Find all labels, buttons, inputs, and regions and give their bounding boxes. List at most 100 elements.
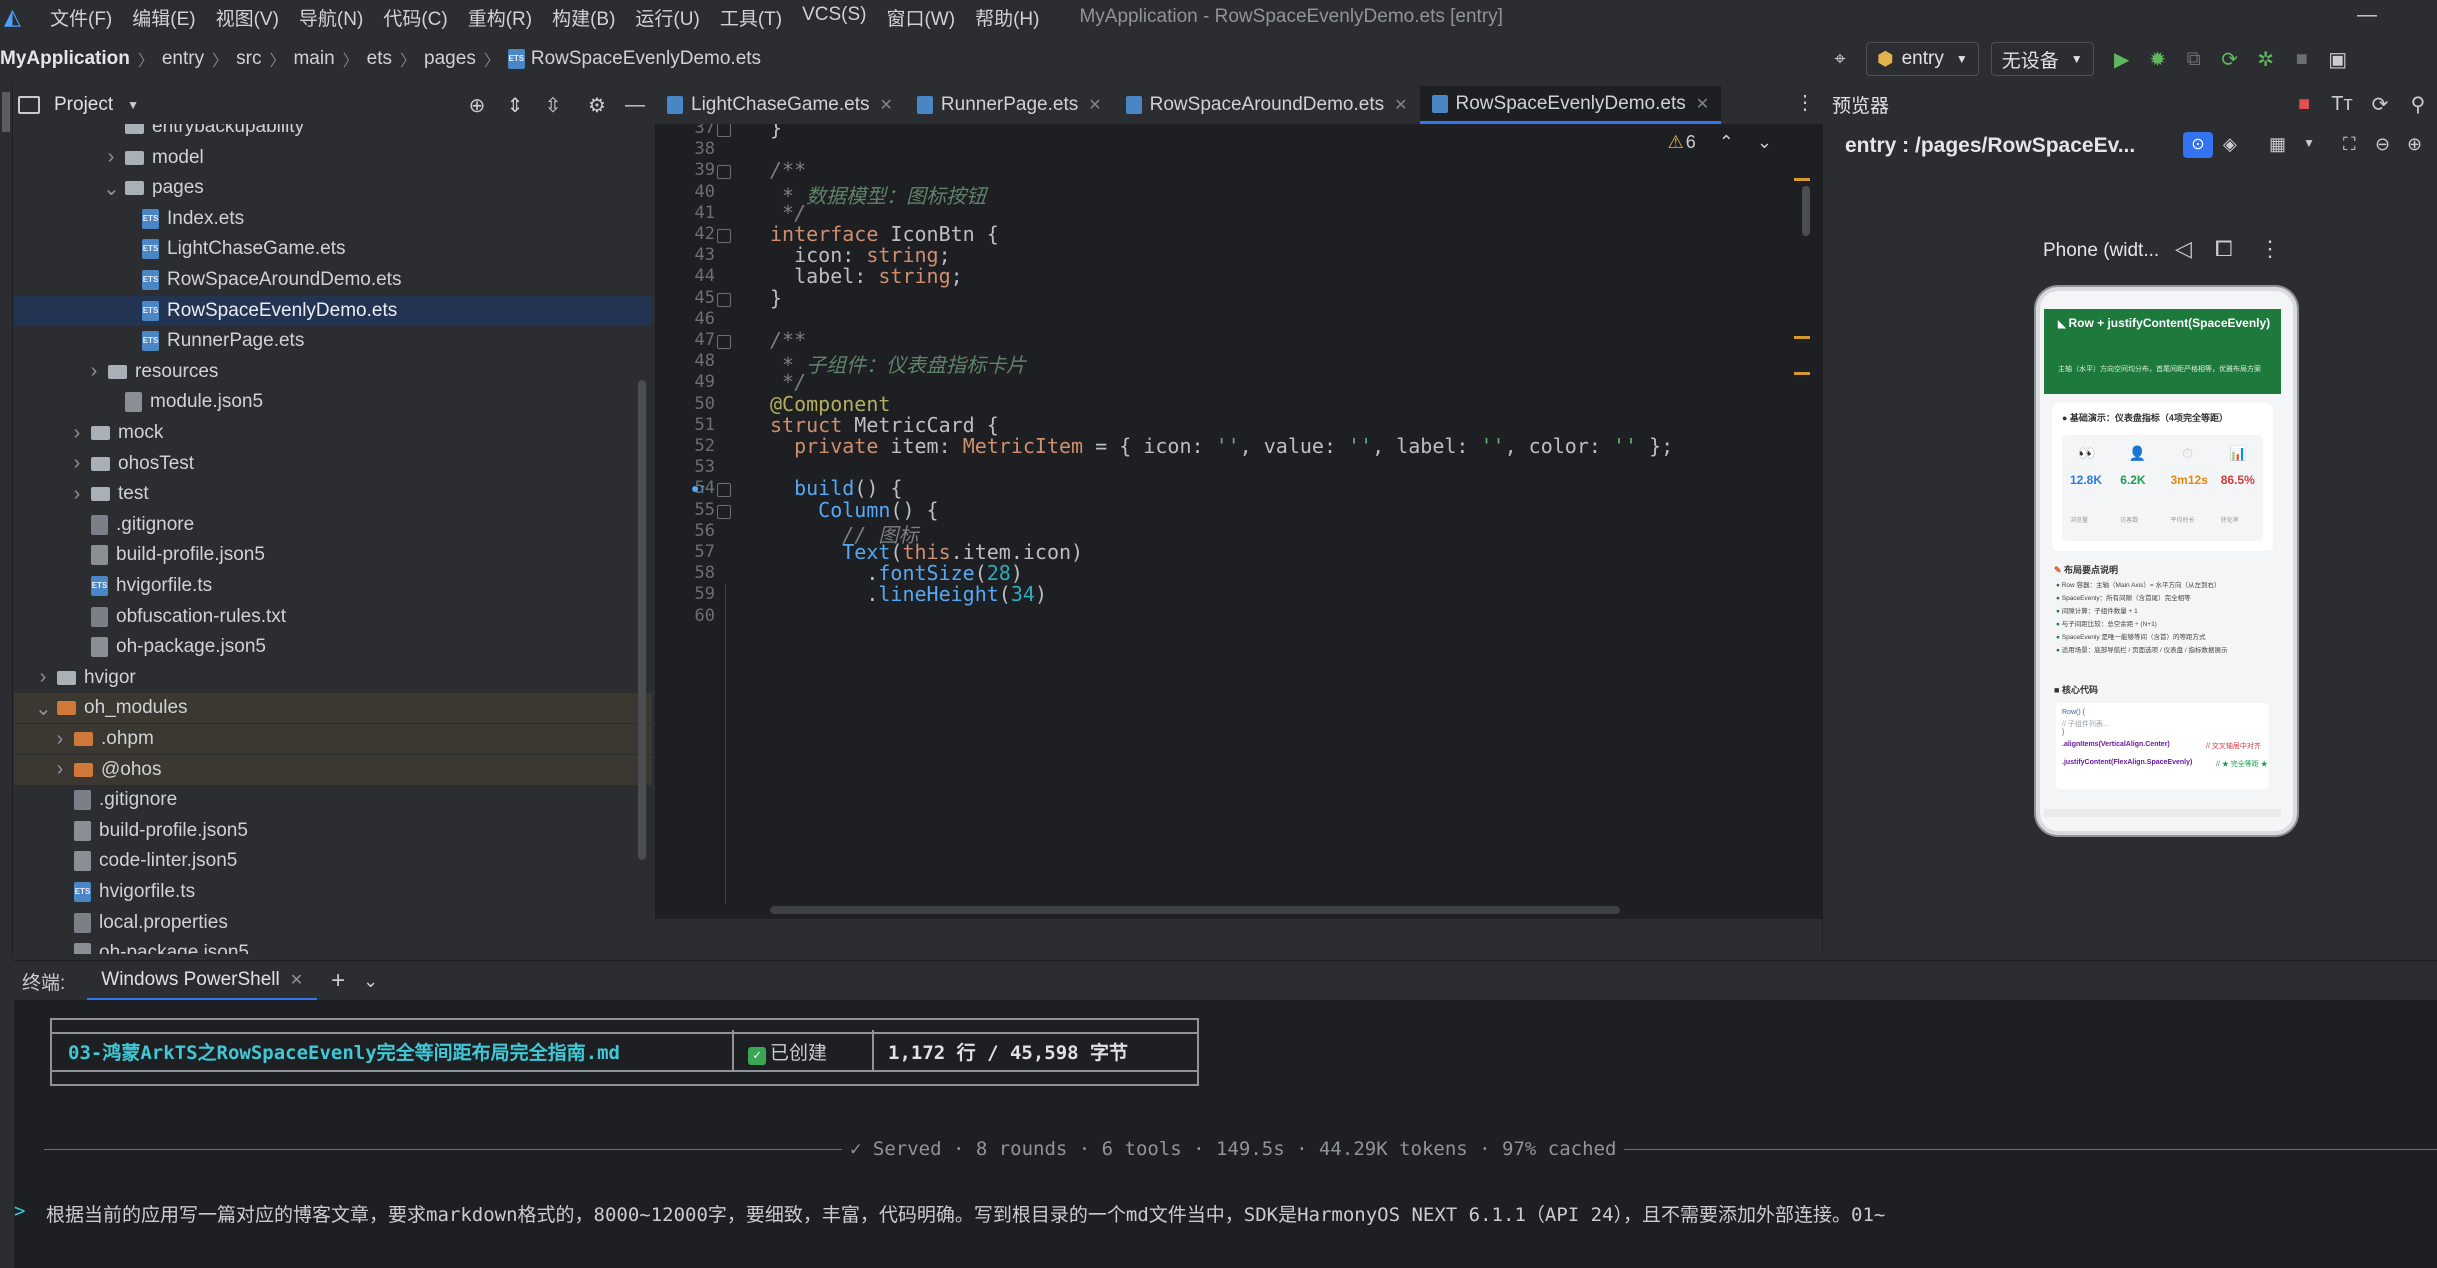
run-config-dropdown[interactable]: ⬢ entry ▼ [1866, 42, 1979, 76]
pin-icon[interactable]: ⚲ [2399, 92, 2437, 117]
tree-item[interactable]: oh-package.json5 [14, 938, 652, 954]
tree-item[interactable]: › mock [14, 418, 652, 448]
code-line[interactable]: } [770, 124, 782, 140]
chevron-down-icon[interactable]: ⌄ [103, 176, 120, 201]
tree-item[interactable]: ⌄ oh_modules [14, 693, 652, 724]
minimize-icon[interactable]: — [2357, 4, 2377, 27]
fold-marker-icon[interactable] [717, 124, 731, 137]
tree-item[interactable]: ETS Index.ets [14, 204, 652, 234]
menu-item[interactable]: 工具(T) [720, 4, 782, 31]
tree-item[interactable]: ⌄ pages [14, 173, 652, 203]
tree-item[interactable]: module.json5 [14, 387, 652, 417]
editor-tab[interactable]: RowSpaceEvenlyDemo.ets ✕ [1419, 86, 1722, 124]
grid-icon[interactable]: ▦ [2269, 134, 2286, 155]
project-tree-scrollbar[interactable] [638, 380, 646, 860]
tree-item[interactable]: entrybackupability [14, 124, 652, 142]
hide-panel-icon[interactable]: — [616, 94, 654, 117]
project-title[interactable]: Project [54, 94, 113, 116]
terminal-output[interactable]: 03-鸿蒙ArkTS之RowSpaceEvenly完全等间距布局完全指南.md … [14, 1000, 2437, 1268]
debug-icon[interactable]: ✹ [2140, 47, 2176, 72]
prompt-input[interactable]: 根据当前的应用写一篇对应的博客文章，要求markdown格式的，8000~120… [46, 1200, 1885, 1227]
fold-marker-icon[interactable] [717, 229, 731, 243]
chevron-down-icon[interactable]: ⌄ [1757, 132, 1772, 152]
code-line[interactable]: .lineHeight(34) [770, 582, 1047, 606]
locate-icon[interactable]: ⊕ [458, 93, 496, 118]
tree-item[interactable]: › resources [14, 357, 652, 387]
breadcrumb-item[interactable]: ets [367, 48, 392, 70]
fold-marker-icon[interactable] [717, 504, 731, 519]
tree-item[interactable]: ETS RunnerPage.ets [14, 326, 652, 356]
tree-item[interactable]: ETS hvigorfile.ts [14, 877, 652, 907]
stop-preview-icon[interactable]: ■ [2285, 93, 2323, 116]
breadcrumb-item[interactable]: entry [162, 48, 204, 70]
tree-item[interactable]: .gitignore [14, 785, 652, 815]
target-icon[interactable]: ⌖ [1820, 48, 1860, 71]
profile-icon[interactable]: ✲ [2248, 47, 2284, 72]
code-editor[interactable]: 37 38 39 40 41 42 43 44 45 46 47 48 49 50 51 52 53 54 ●↑ 55… [655, 124, 1822, 919]
run-icon[interactable]: ▶ [2104, 47, 2140, 72]
rotate-icon[interactable]: ⧠ [2215, 236, 2233, 262]
fold-marker-icon[interactable] [717, 335, 731, 349]
device-manager-icon[interactable]: ▣ [2320, 47, 2356, 72]
menu-item[interactable]: 文件(F) [50, 4, 112, 31]
add-terminal-icon[interactable]: + [331, 967, 345, 995]
tree-item[interactable]: obfuscation-rules.txt [14, 602, 652, 632]
tree-item[interactable]: build-profile.json5 [14, 540, 652, 570]
chevron-down-icon[interactable]: ▼ [127, 98, 139, 112]
tree-item[interactable]: › test [14, 479, 652, 509]
tree-item[interactable]: › @ohos [14, 754, 652, 785]
terminal-tab[interactable]: Windows PowerShell ✕ [87, 962, 318, 1001]
menu-item[interactable]: 窗口(W) [886, 4, 955, 31]
breadcrumb-item[interactable]: RowSpaceEvenlyDemo.ets [531, 48, 761, 70]
tree-item[interactable]: .gitignore [14, 510, 652, 540]
close-icon[interactable]: ✕ [1088, 95, 1101, 115]
menu-item[interactable]: 构建(B) [552, 4, 615, 31]
device-dropdown[interactable]: 无设备 ▼ [1990, 42, 2094, 76]
gear-icon[interactable]: ⚙ [578, 93, 616, 118]
inspection-widget[interactable]: ⚠ 6 ⌃ ⌄ [1668, 132, 1772, 153]
tree-item[interactable]: code-linter.json5 [14, 846, 652, 876]
breadcrumb-item[interactable]: main [293, 48, 334, 70]
fit-icon[interactable]: ⛶ [2343, 134, 2356, 155]
warning-stripe[interactable] [1794, 336, 1810, 339]
breadcrumb-item[interactable]: src [236, 48, 261, 70]
zoom-out-icon[interactable]: ⊖ [2375, 134, 2390, 155]
editor-tab[interactable]: RunnerPage.ets ✕ [905, 86, 1114, 124]
tree-item[interactable]: ETS hvigorfile.ts [14, 571, 652, 601]
chevron-right-icon[interactable]: › [69, 422, 85, 445]
attach-icon[interactable]: ⧉ [2176, 48, 2212, 71]
chevron-down-icon[interactable]: ▼ [2303, 136, 2315, 150]
chevron-down-icon[interactable]: ⌄ [35, 696, 52, 721]
chevron-right-icon[interactable]: › [69, 452, 85, 475]
tree-item[interactable]: › ohosTest [14, 449, 652, 479]
phone-preview[interactable]: ◣ Row + justifyContent(SpaceEvenly) 主轴（水… [2036, 287, 2297, 835]
menu-item[interactable]: 运行(U) [635, 4, 699, 31]
chevron-up-icon[interactable]: ⌃ [1719, 132, 1734, 152]
tree-item[interactable]: ETS LightChaseGame.ets [14, 234, 652, 264]
more-vertical-icon[interactable]: ⋮ [2259, 236, 2281, 262]
override-gutter-icon[interactable]: ●↑ [691, 480, 706, 496]
menu-item[interactable]: 导航(N) [299, 4, 363, 31]
close-icon[interactable]: ✕ [1696, 94, 1709, 114]
menu-item[interactable]: 代码(C) [383, 4, 447, 31]
collapse-all-icon[interactable]: ⇳ [534, 93, 572, 118]
fold-marker-icon[interactable] [717, 483, 731, 498]
menu-item[interactable]: 编辑(E) [132, 4, 195, 31]
menu-item[interactable]: 视图(V) [216, 4, 279, 31]
tree-item[interactable]: › .ohpm [14, 724, 652, 754]
editor-vertical-scrollbar[interactable] [1802, 186, 1810, 236]
code-line[interactable]: private item: MetricItem = { icon: '', v… [770, 434, 1673, 458]
expand-all-icon[interactable]: ⇕ [496, 93, 534, 118]
warning-stripe[interactable] [1794, 178, 1810, 181]
editor-tab[interactable]: RowSpaceAroundDemo.ets ✕ [1114, 86, 1420, 124]
chevron-right-icon[interactable]: › [52, 728, 68, 751]
chevron-right-icon[interactable]: › [52, 758, 68, 781]
tree-item[interactable]: ETS RowSpaceEvenlyDemo.ets [14, 295, 652, 326]
editor-tab[interactable]: LightChaseGame.ets ✕ [655, 86, 905, 124]
breadcrumb-item[interactable]: pages [424, 48, 476, 70]
warning-stripe[interactable] [1794, 372, 1810, 375]
chevron-right-icon[interactable]: › [35, 666, 51, 689]
chevron-right-icon[interactable]: › [86, 360, 102, 383]
code-line[interactable]: label: string; [770, 264, 963, 288]
refresh-icon[interactable]: ⟳ [2361, 92, 2399, 117]
